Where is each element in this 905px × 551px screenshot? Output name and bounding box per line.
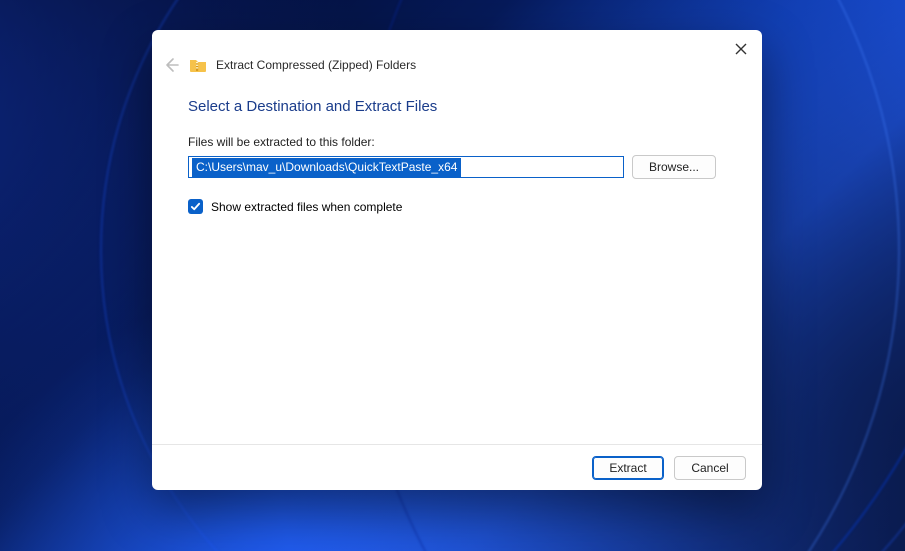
show-extracted-label: Show extracted files when complete	[211, 200, 402, 214]
dialog-footer: Extract Cancel	[152, 444, 762, 490]
folder-label: Files will be extracted to this folder:	[188, 135, 748, 149]
extract-dialog: Extract Compressed (Zipped) Folders Sele…	[152, 30, 762, 490]
back-arrow-icon	[163, 57, 179, 73]
checkmark-icon	[190, 201, 201, 212]
desktop-background: Extract Compressed (Zipped) Folders Sele…	[0, 0, 905, 551]
zipped-folder-icon	[190, 58, 206, 72]
show-extracted-checkbox[interactable]	[188, 199, 203, 214]
window-title: Extract Compressed (Zipped) Folders	[216, 58, 416, 72]
page-heading: Select a Destination and Extract Files	[188, 98, 748, 115]
browse-button[interactable]: Browse...	[632, 155, 716, 179]
cancel-button[interactable]: Cancel	[674, 456, 746, 480]
back-button[interactable]	[162, 56, 180, 74]
destination-path-input[interactable]: C:\Users\mav_u\Downloads\QuickTextPaste_…	[188, 156, 624, 178]
extract-button[interactable]: Extract	[592, 456, 664, 480]
destination-path-value: C:\Users\mav_u\Downloads\QuickTextPaste_…	[192, 158, 461, 177]
